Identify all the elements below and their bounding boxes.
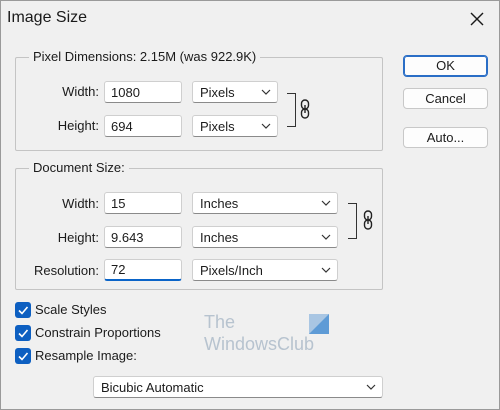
doc-width-unit-value: Inches [200, 196, 239, 211]
constrain-proportions-checkbox[interactable] [15, 325, 31, 341]
chevron-down-icon [261, 89, 271, 95]
doc-width-label: Width: [62, 196, 99, 211]
watermark: The WindowsClub [204, 312, 334, 360]
pixel-height-label: Height: [57, 118, 99, 133]
doc-height-unit-value: Inches [200, 230, 239, 245]
watermark-line-1: The [204, 312, 236, 332]
doc-height-input[interactable] [104, 226, 182, 248]
resample-image-checkbox[interactable] [15, 348, 31, 364]
resolution-unit-select[interactable]: Pixels/Inch [192, 259, 338, 281]
scale-styles-option[interactable]: Scale Styles [15, 302, 135, 320]
chevron-down-icon [321, 234, 331, 240]
pixel-height-unit-select[interactable]: Pixels [192, 115, 278, 137]
resolution-input[interactable] [104, 259, 182, 281]
pixel-width-unit-value: Pixels [200, 85, 235, 100]
pixel-height-unit-value: Pixels [200, 119, 235, 134]
document-size-legend: Document Size: [29, 160, 129, 175]
doc-height-label: Height: [57, 230, 99, 245]
resample-image-label: Resample Image: [35, 348, 137, 363]
pixel-constrain-bracket [287, 93, 296, 127]
doc-width-unit-select[interactable]: Inches [192, 192, 338, 214]
constrain-proportions-label: Constrain Proportions [35, 325, 161, 340]
pixel-width-input[interactable] [104, 81, 182, 103]
image-size-dialog: Image Size Pixel Dimensions: 2.15M (was … [0, 0, 500, 410]
pixel-height-input[interactable] [104, 115, 182, 137]
resolution-label: Resolution: [33, 263, 99, 278]
resolution-unit-value: Pixels/Inch [200, 263, 263, 278]
ok-button[interactable]: OK [403, 55, 488, 77]
close-icon [470, 12, 484, 26]
doc-height-unit-select[interactable]: Inches [192, 226, 338, 248]
chevron-down-icon [261, 123, 271, 129]
resample-method-value: Bicubic Automatic [101, 380, 204, 395]
doc-width-input[interactable] [104, 192, 182, 214]
dialog-title: Image Size [7, 9, 88, 26]
title-bar: Image Size [1, 1, 499, 37]
pixel-width-unit-select[interactable]: Pixels [192, 81, 278, 103]
chain-link-icon [363, 210, 373, 230]
watermark-line-2: WindowsClub [204, 334, 315, 354]
watermark-logo-icon [309, 314, 329, 334]
checkmark-icon [18, 329, 29, 338]
checkmark-icon [18, 306, 29, 315]
constrain-proportions-option[interactable]: Constrain Proportions [15, 325, 185, 343]
pixel-width-label: Width: [62, 84, 99, 99]
scale-styles-checkbox[interactable] [15, 302, 31, 318]
chain-link-icon [300, 99, 310, 119]
cancel-button[interactable]: Cancel [403, 88, 488, 109]
resample-method-select[interactable]: Bicubic Automatic [93, 376, 383, 398]
pixel-dimensions-legend: Pixel Dimensions: 2.15M (was 922.9K) [29, 49, 261, 64]
checkmark-icon [18, 352, 29, 361]
doc-constrain-bracket [348, 203, 357, 239]
scale-styles-label: Scale Styles [35, 302, 107, 317]
resample-image-option[interactable]: Resample Image: [15, 348, 155, 366]
chevron-down-icon [366, 384, 376, 390]
chevron-down-icon [321, 200, 331, 206]
chevron-down-icon [321, 267, 331, 273]
auto-button[interactable]: Auto... [403, 127, 488, 148]
close-button[interactable] [465, 7, 489, 31]
